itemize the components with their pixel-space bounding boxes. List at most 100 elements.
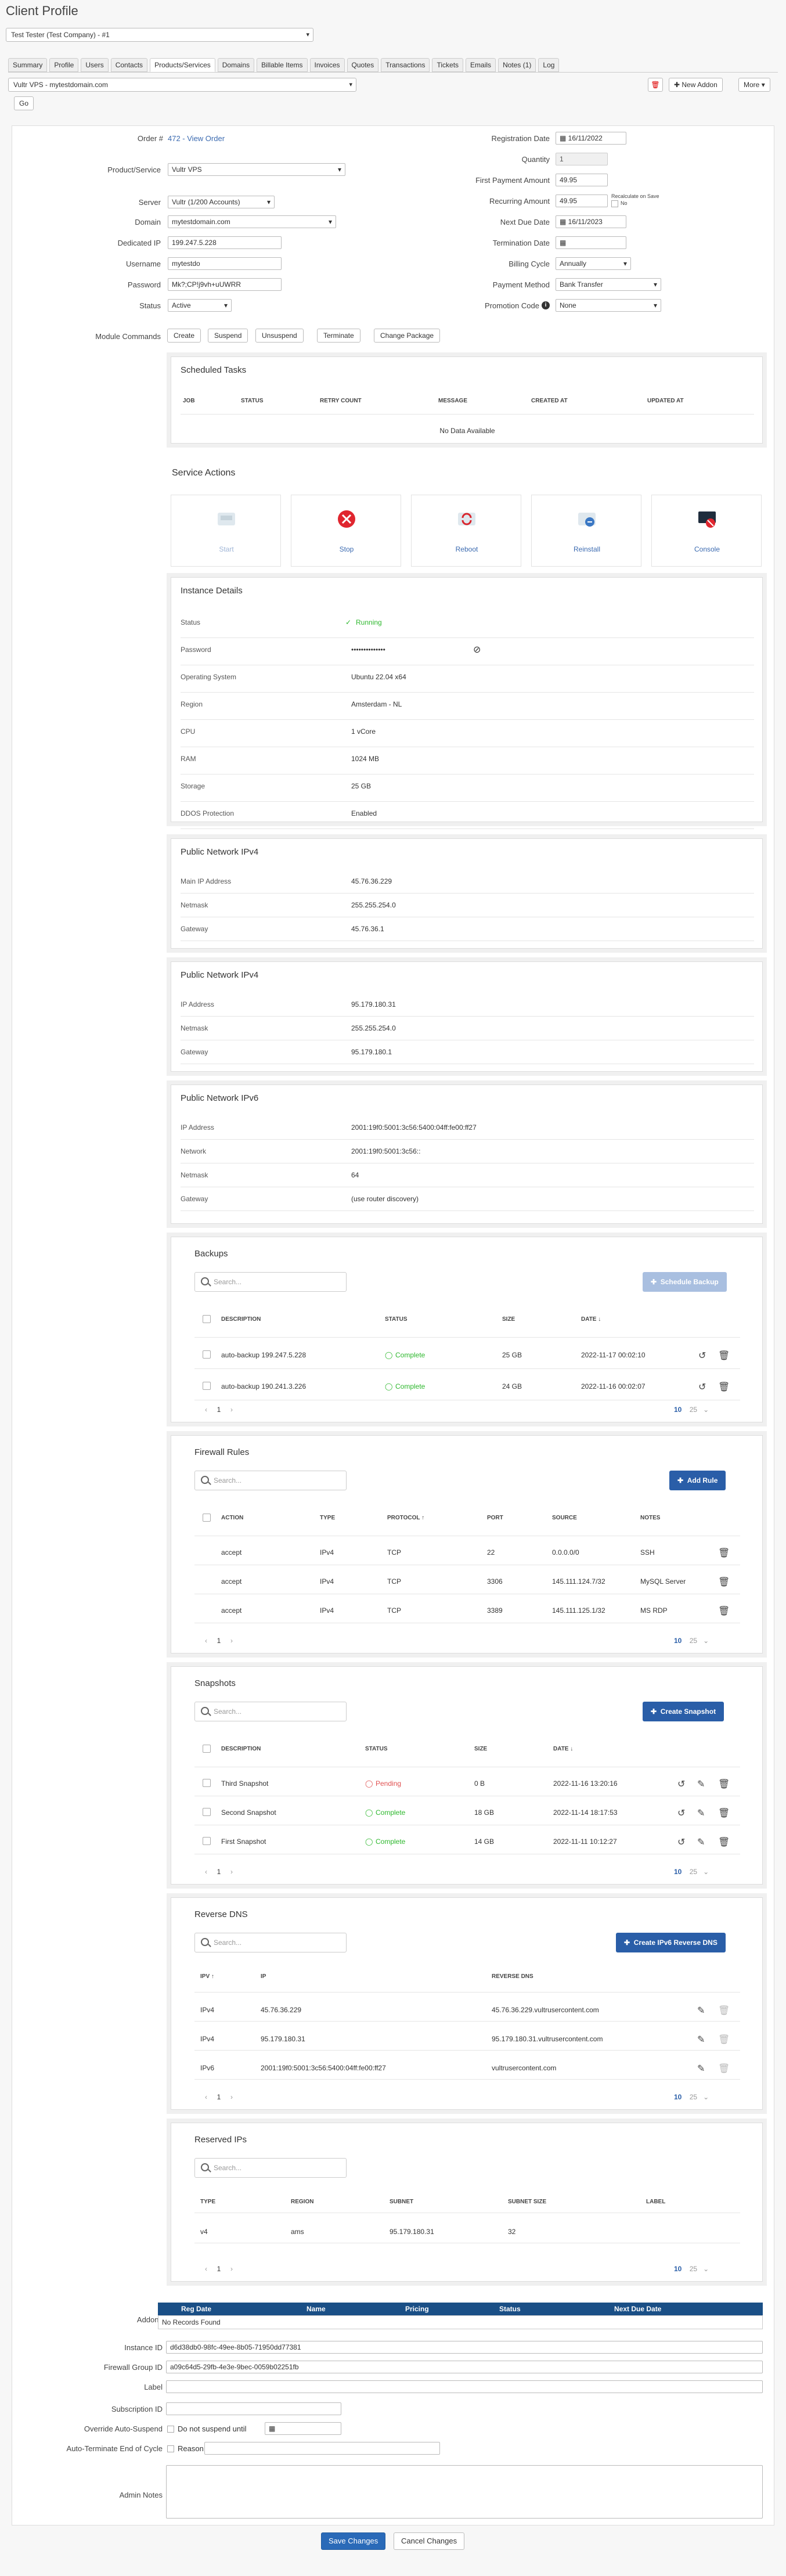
auto-terminate-checkbox[interactable]: [167, 2445, 174, 2452]
tab-invoices[interactable]: Invoices: [309, 58, 345, 72]
per-page-selector[interactable]: 10 25 ⌄: [674, 1868, 709, 1876]
unsuspend-button[interactable]: Unsuspend: [255, 329, 304, 343]
pagination[interactable]: ‹ 1 ›: [205, 2093, 233, 2101]
billing-cycle-select[interactable]: Annually ▾: [556, 257, 631, 270]
auto-terminate-reason-input[interactable]: [204, 2442, 440, 2455]
tab-products-services[interactable]: Products/Services: [150, 58, 215, 72]
pagination[interactable]: ‹ 1 ›: [205, 1868, 233, 1876]
firewall-search-input[interactable]: Search...: [194, 1471, 347, 1490]
suspend-button[interactable]: Suspend: [208, 329, 248, 343]
tab-billable-items[interactable]: Billable Items: [257, 58, 308, 72]
pencil-icon[interactable]: ✎: [697, 2034, 705, 2045]
product-select[interactable]: Vultr VPS ▾: [168, 163, 345, 176]
cancel-changes-button[interactable]: Cancel Changes: [394, 2532, 465, 2550]
tab-emails[interactable]: Emails: [466, 58, 496, 72]
select-all-checkbox[interactable]: [203, 1315, 211, 1323]
suspend-until-date-input[interactable]: ▦: [265, 2422, 341, 2435]
recurring-amount-input[interactable]: 49.95: [556, 194, 608, 207]
trash-icon[interactable]: 🗑: [718, 1836, 730, 1848]
override-auto-suspend-checkbox[interactable]: [167, 2426, 174, 2433]
row-checkbox[interactable]: [203, 1837, 211, 1845]
save-changes-button[interactable]: Save Changes: [321, 2532, 386, 2550]
row-checkbox[interactable]: [203, 1808, 211, 1816]
dedicated-ip-input[interactable]: 199.247.5.228: [168, 236, 282, 249]
terminate-button[interactable]: Terminate: [317, 329, 360, 343]
tab-summary[interactable]: Summary: [8, 58, 48, 72]
payment-method-select[interactable]: Bank Transfer ▾: [556, 278, 661, 291]
trash-icon[interactable]: 🗑: [718, 1807, 730, 1819]
create-ipv6-rdns-button[interactable]: ✚ Create IPv6 Reverse DNS: [616, 1933, 726, 1952]
per-page-selector[interactable]: 10 25 ⌄: [674, 2093, 709, 2101]
snapshots-search-input[interactable]: Search...: [194, 1702, 347, 1721]
backups-search-input[interactable]: Search...: [194, 1272, 347, 1292]
trash-icon[interactable]: 🗑: [718, 1778, 730, 1790]
restore-icon[interactable]: ↺: [677, 1836, 685, 1848]
registration-date-input[interactable]: ▦ 16/11/2022: [556, 132, 626, 145]
admin-notes-textarea[interactable]: [166, 2465, 763, 2519]
domain-input[interactable]: mytestdomain.com ▾: [168, 215, 336, 228]
per-page-selector[interactable]: 10 25 ⌄: [674, 1637, 709, 1645]
tab-users[interactable]: Users: [81, 58, 109, 72]
reinstall-action[interactable]: Reinstall: [531, 495, 641, 567]
select-all-checkbox[interactable]: [203, 1745, 211, 1753]
password-input[interactable]: Mk?;CP!j9vh+uUWRR: [168, 278, 282, 291]
firewall-group-id-input[interactable]: a09c64d5-29fb-4e3e-9bec-0059b02251fb: [166, 2361, 763, 2373]
rdns-search-input[interactable]: Search...: [194, 1933, 347, 1952]
console-action[interactable]: Console: [651, 495, 762, 567]
status-select[interactable]: Active ▾: [168, 299, 232, 312]
eye-slash-icon[interactable]: ⊘: [473, 644, 481, 655]
trash-icon[interactable]: 🗑: [718, 1605, 730, 1617]
tab-quotes[interactable]: Quotes: [347, 58, 379, 72]
restore-icon[interactable]: ↺: [698, 1381, 706, 1393]
stop-action[interactable]: Stop: [291, 495, 401, 567]
new-addon-button[interactable]: ✚ New Addon: [669, 78, 723, 92]
instance-id-input[interactable]: d6d38db0-98fc-49ee-8b05-71950dd77381: [166, 2341, 763, 2354]
trash-icon[interactable]: 🗑: [718, 2005, 730, 2016]
pencil-icon[interactable]: ✎: [697, 1836, 705, 1848]
termination-date-input[interactable]: ▦: [556, 236, 626, 249]
pagination[interactable]: ‹ 1 ›: [205, 2265, 233, 2273]
service-select[interactable]: Vultr VPS - mytestdomain.com: [8, 78, 356, 92]
schedule-backup-button[interactable]: ✚ Schedule Backup: [643, 1272, 727, 1292]
add-rule-button[interactable]: ✚ Add Rule: [669, 1471, 726, 1490]
restore-icon[interactable]: ↺: [677, 1778, 685, 1790]
restore-icon[interactable]: ↺: [698, 1350, 706, 1361]
order-link[interactable]: 472 - View Order: [168, 134, 225, 143]
row-checkbox[interactable]: [203, 1779, 211, 1787]
pagination[interactable]: ‹ 1 ›: [205, 1406, 233, 1414]
label-input[interactable]: [166, 2380, 763, 2393]
reboot-action[interactable]: Reboot: [411, 495, 521, 567]
tab-notes[interactable]: Notes (1): [498, 58, 536, 72]
pencil-icon[interactable]: ✎: [697, 1778, 705, 1790]
more-button[interactable]: More ▾: [738, 78, 770, 92]
go-button[interactable]: Go: [14, 96, 34, 110]
trash-icon[interactable]: 🗑: [718, 2034, 730, 2045]
pencil-icon[interactable]: ✎: [697, 2063, 705, 2074]
create-snapshot-button[interactable]: ✚ Create Snapshot: [643, 1702, 724, 1721]
tab-domains[interactable]: Domains: [217, 58, 255, 72]
pagination[interactable]: ‹ 1 ›: [205, 1637, 233, 1645]
promotion-code-select[interactable]: None ▾: [556, 299, 661, 312]
tab-profile[interactable]: Profile: [49, 58, 79, 72]
recalculate-checkbox[interactable]: [611, 200, 618, 207]
pencil-icon[interactable]: ✎: [697, 2005, 705, 2016]
trash-icon[interactable]: 🗑: [718, 2063, 730, 2074]
delete-service-icon[interactable]: 🗑: [648, 78, 663, 92]
trash-icon[interactable]: 🗑: [718, 1576, 730, 1588]
subscription-id-input[interactable]: [166, 2402, 341, 2415]
start-action[interactable]: Start: [171, 495, 281, 567]
tab-tickets[interactable]: Tickets: [432, 58, 464, 72]
server-select[interactable]: Vultr (1/200 Accounts) ▾: [168, 196, 275, 208]
change-package-button[interactable]: Change Package: [374, 329, 441, 343]
row-checkbox[interactable]: [203, 1382, 211, 1390]
tab-transactions[interactable]: Transactions: [381, 58, 430, 72]
create-button[interactable]: Create: [167, 329, 201, 343]
quantity-input[interactable]: 1: [556, 153, 608, 165]
row-checkbox[interactable]: [203, 1350, 211, 1359]
tab-contacts[interactable]: Contacts: [110, 58, 148, 72]
pencil-icon[interactable]: ✎: [697, 1807, 705, 1819]
username-input[interactable]: mytestdo: [168, 257, 282, 270]
select-all-checkbox[interactable]: [203, 1514, 211, 1522]
client-select[interactable]: Test Tester (Test Company) - #1: [6, 28, 313, 42]
info-icon[interactable]: i: [542, 301, 550, 309]
